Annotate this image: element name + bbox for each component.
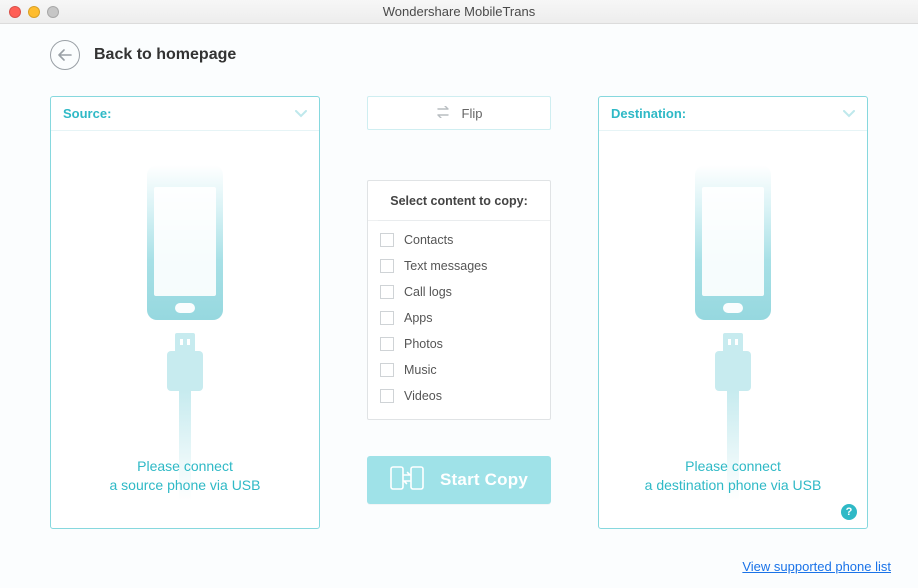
destination-connect-line2: a destination phone via USB	[599, 476, 867, 495]
back-label: Back to homepage	[94, 46, 236, 64]
back-to-homepage-button[interactable]: Back to homepage	[50, 40, 236, 70]
content-type-list: Contacts Text messages Call logs Apps Ph…	[368, 221, 550, 419]
checkbox-icon	[380, 337, 394, 351]
source-connect-line1: Please connect	[51, 457, 319, 476]
checkbox-icon	[380, 285, 394, 299]
checkbox-icon	[380, 363, 394, 377]
checkbox-icon	[380, 259, 394, 273]
content-type-photos[interactable]: Photos	[380, 337, 538, 351]
destination-dropdown[interactable]: Destination:	[599, 97, 867, 131]
content-type-contacts[interactable]: Contacts	[380, 233, 538, 247]
checkbox-icon	[380, 233, 394, 247]
source-connect-message: Please connect a source phone via USB	[51, 457, 319, 495]
content-type-label: Contacts	[404, 233, 453, 247]
window-title: Wondershare MobileTrans	[0, 4, 918, 19]
start-copy-label: Start Copy	[440, 470, 528, 490]
source-connect-line2: a source phone via USB	[51, 476, 319, 495]
content-type-label: Music	[404, 363, 437, 377]
phone-icon	[51, 165, 319, 320]
start-copy-button[interactable]: Start Copy	[367, 456, 551, 504]
content-type-label: Call logs	[404, 285, 452, 299]
destination-connect-message: Please connect a destination phone via U…	[599, 457, 867, 495]
flip-button[interactable]: Flip	[367, 96, 551, 130]
destination-panel: Destination: Please connect a destinatio…	[598, 96, 868, 529]
swap-icon	[436, 106, 452, 121]
back-arrow-icon	[50, 40, 80, 70]
middle-column: Flip Select content to copy: Contacts Te…	[367, 96, 551, 530]
content-type-apps[interactable]: Apps	[380, 311, 538, 325]
select-content-panel: Select content to copy: Contacts Text me…	[367, 180, 551, 420]
supported-phone-list-link[interactable]: View supported phone list	[742, 559, 891, 574]
phone-icon	[599, 165, 867, 320]
flip-label: Flip	[462, 106, 483, 121]
content-type-text-messages[interactable]: Text messages	[380, 259, 538, 273]
help-button[interactable]: ?	[841, 504, 857, 520]
destination-header-label: Destination:	[611, 106, 686, 121]
select-content-header: Select content to copy:	[368, 181, 550, 221]
chevron-down-icon	[843, 110, 855, 118]
source-header-label: Source:	[63, 106, 111, 121]
destination-connect-line1: Please connect	[599, 457, 867, 476]
content-type-label: Photos	[404, 337, 443, 351]
chevron-down-icon	[295, 110, 307, 118]
titlebar: Wondershare MobileTrans	[0, 0, 918, 24]
checkbox-icon	[380, 389, 394, 403]
content-type-label: Text messages	[404, 259, 487, 273]
source-dropdown[interactable]: Source:	[51, 97, 319, 131]
app-content: Back to homepage Source: Ple	[0, 24, 918, 588]
content-type-videos[interactable]: Videos	[380, 389, 538, 403]
content-type-call-logs[interactable]: Call logs	[380, 285, 538, 299]
checkbox-icon	[380, 311, 394, 325]
phone-transfer-icon	[390, 466, 424, 495]
content-type-label: Apps	[404, 311, 433, 325]
content-type-music[interactable]: Music	[380, 363, 538, 377]
content-type-label: Videos	[404, 389, 442, 403]
source-panel: Source: Please connect a source phone vi…	[50, 96, 320, 529]
